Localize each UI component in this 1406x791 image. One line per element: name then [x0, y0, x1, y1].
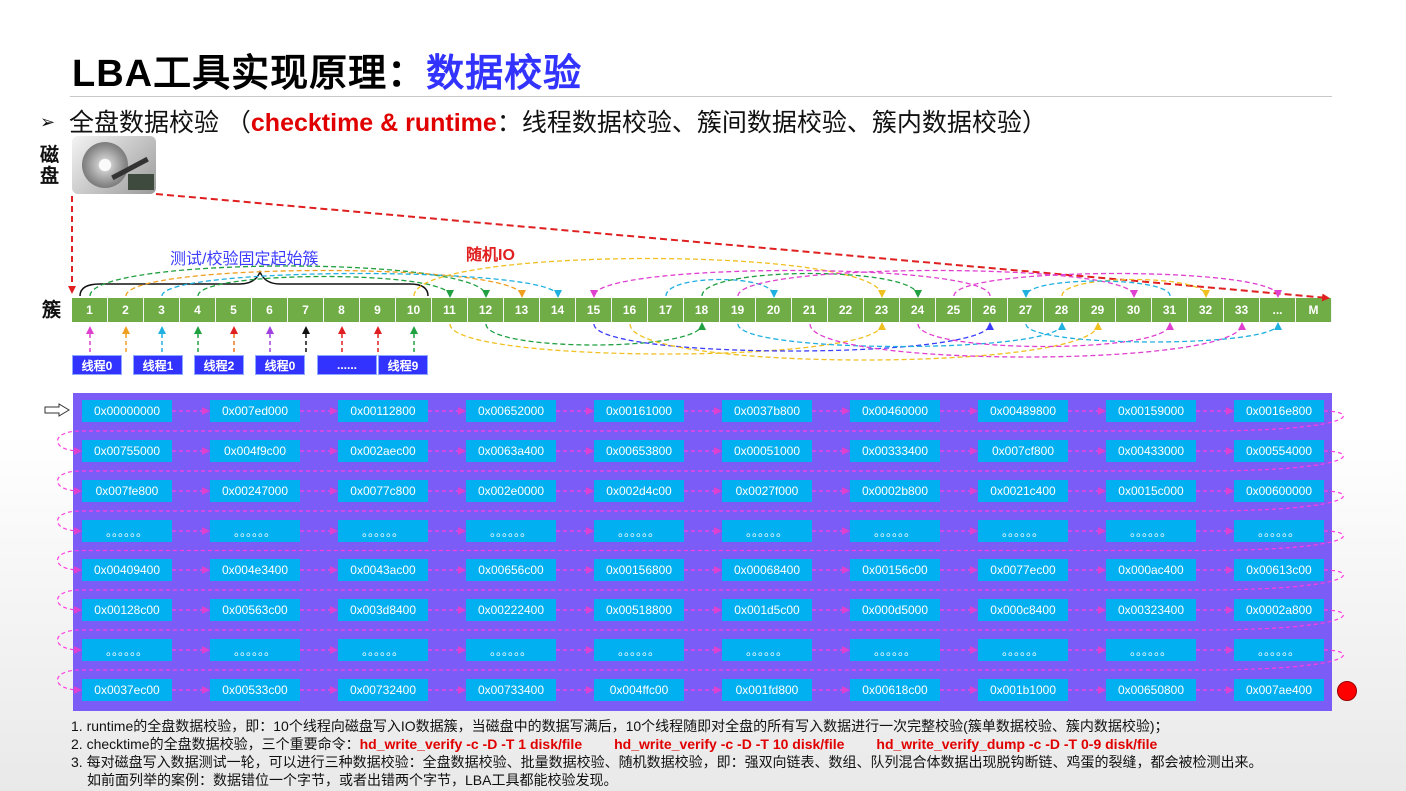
random-io-arc [593, 322, 994, 352]
row-wrap-arrow [57, 609, 1345, 654]
random-io-arc [665, 278, 778, 298]
random-io-arc [629, 322, 1102, 361]
row-wrap-arrow [57, 450, 1345, 495]
random-io-arc [197, 275, 454, 298]
random-io-arc [809, 322, 1246, 358]
connector-overlay [57, 193, 1345, 694]
note-line-2: 2. checktime的全盘数据校验，三个重要命令：hd_write_veri… [71, 736, 1158, 752]
disk-right-arrow [155, 193, 1330, 302]
random-io-arc [1025, 322, 1282, 343]
notes: 1. runtime的全盘数据校验，即：10个线程向磁盘写入IO数据簇，当磁盘中… [71, 717, 1263, 789]
row-wrap-arrow [57, 490, 1345, 535]
random-io-arc [737, 269, 1138, 298]
brace-fixed-start [79, 270, 429, 297]
random-io-arc [701, 272, 922, 298]
row-wrap-arrow [57, 410, 1345, 455]
note-line-4: 如前面列举的案例：数据错位一个字节，或者出错两个字节，LBA工具都能校验发现。 [87, 772, 618, 788]
row-wrap-arrow [57, 649, 1345, 694]
random-io-arc [737, 322, 1066, 348]
row-wrap-arrow [57, 569, 1345, 614]
note-line-1: 1. runtime的全盘数据校验，即：10个线程向磁盘写入IO数据簇，当磁盘中… [71, 718, 1169, 734]
note-line-3: 3. 每对磁盘写入数据测试一轮，可以进行三种数据校验：全盘数据校验、批量数据校验… [71, 754, 1263, 770]
random-io-arc [485, 322, 706, 346]
random-io-arc [1022, 280, 1171, 298]
end-marker-dot [1337, 681, 1357, 701]
random-io-arc [917, 322, 1174, 348]
row-wrap-arrow [57, 530, 1345, 574]
